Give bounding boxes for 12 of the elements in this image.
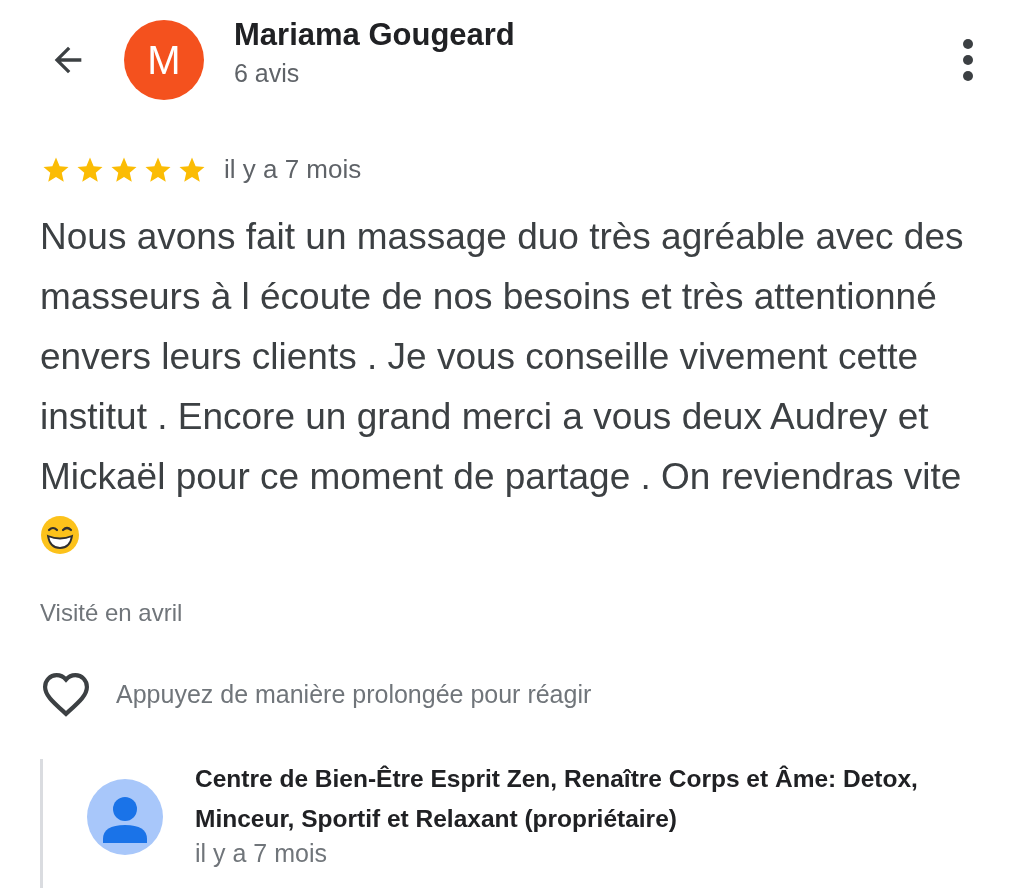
grinning-face-icon [40,515,80,555]
heart-icon[interactable] [40,671,92,717]
review-count: 6 avis [234,58,301,88]
reviewer-name: Mariama Gougeard [234,16,516,53]
owner-name: Centre de Bien-Être Esprit Zen, Renaître Corps et Âme: Detox, Minceur, Sportif et Relaxant (propriétaire) [195,764,919,834]
visit-date: Visité en avril [40,599,184,627]
review-time: il y a 7 mois [224,154,362,185]
reply-time: il y a 7 mois [195,839,328,868]
more-options-button[interactable] [962,38,974,82]
react-hint: Appuyez de manière prolongée pour réagir [116,679,592,709]
review-text: Nous avons fait un massage duo très agréable avec des masseurs à l écoute de nos besoins et très attentionné envers leurs clients . Je vous conseille vivement cette institut . Encore un grand merci a vous deux Audrey et Mickaël pour ce moment de partage . On reviendras vite [40,207,990,567]
user-avatar: M [124,20,204,100]
